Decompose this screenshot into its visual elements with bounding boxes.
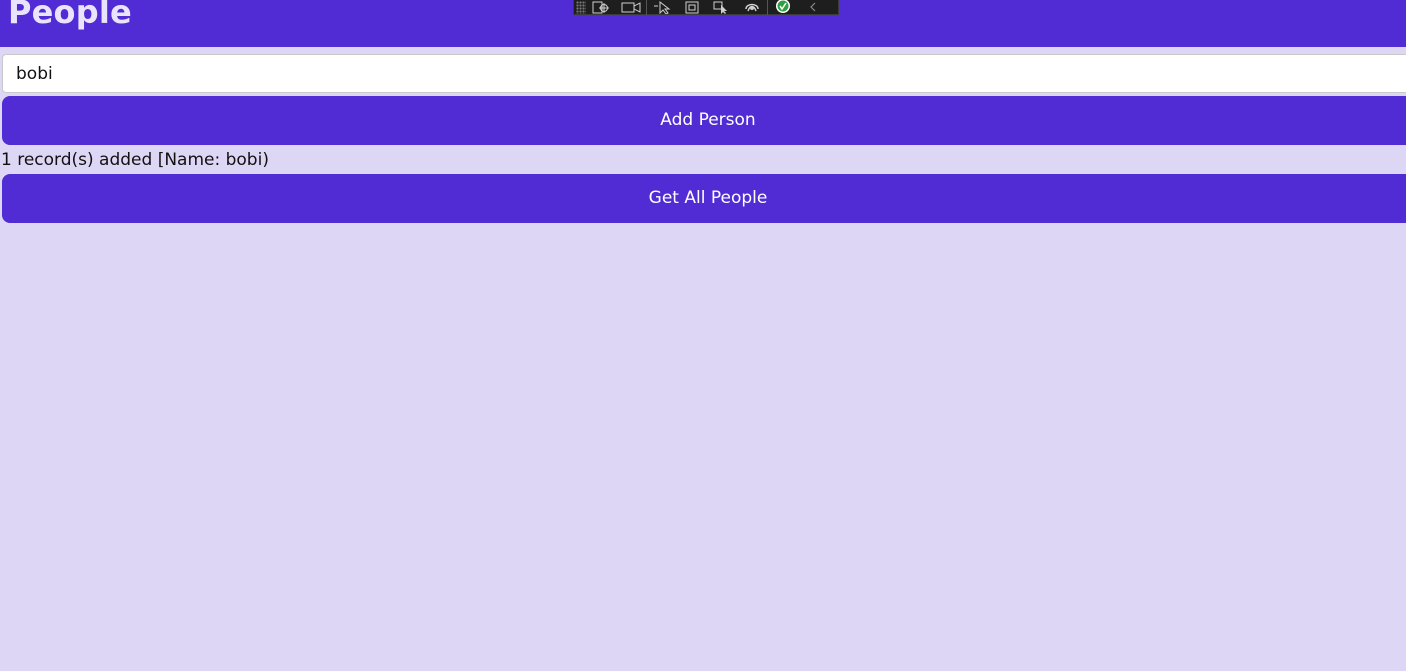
record-icon[interactable] bbox=[616, 0, 646, 15]
hot-reload-icon[interactable] bbox=[737, 0, 767, 15]
pointer-select-icon[interactable] bbox=[707, 0, 737, 15]
name-input[interactable] bbox=[2, 54, 1406, 93]
grip-icon[interactable] bbox=[576, 0, 586, 14]
page-title: People bbox=[8, 0, 132, 31]
select-element-icon[interactable] bbox=[586, 0, 616, 15]
check-circle-icon[interactable] bbox=[768, 0, 798, 15]
get-all-people-button[interactable]: Get All People bbox=[2, 174, 1406, 223]
frame-icon[interactable] bbox=[677, 0, 707, 15]
debug-toolbar bbox=[573, 0, 839, 15]
app-header: People bbox=[0, 0, 1406, 47]
add-person-button[interactable]: Add Person bbox=[2, 96, 1406, 145]
cursor-icon[interactable] bbox=[647, 0, 677, 15]
collapse-chevron-icon[interactable] bbox=[798, 0, 828, 15]
status-message: 1 record(s) added [Name: bobi) bbox=[1, 150, 269, 170]
